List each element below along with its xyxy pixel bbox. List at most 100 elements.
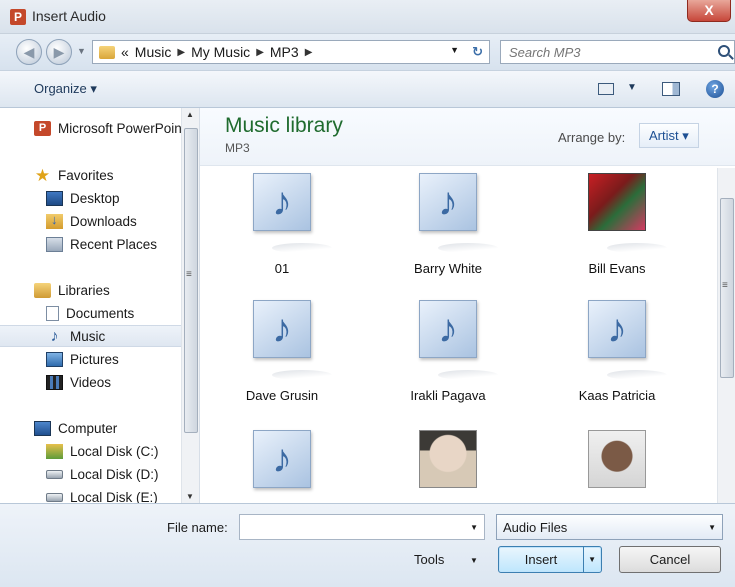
- thumbnail-shadow: [438, 370, 498, 380]
- file-list-pane: Music library MP3 Arrange by: Artist ▾ ♪…: [200, 108, 735, 503]
- organize-button[interactable]: Organize ▾: [34, 81, 97, 97]
- nav-item-videos[interactable]: Videos: [46, 371, 199, 393]
- nav-item-label: Local Disk (D:): [70, 466, 159, 482]
- file-item[interactable]: ♪ Dave Grusin: [207, 300, 357, 418]
- recent-locations-dropdown[interactable]: ▼: [77, 46, 86, 56]
- forward-button[interactable]: ▶: [46, 39, 72, 65]
- file-item[interactable]: ♪ Kaas Patricia: [542, 300, 692, 418]
- back-arrow-icon: ◀: [23, 44, 35, 60]
- nav-item-microsoft-powerpoint[interactable]: P Microsoft PowerPoint: [34, 117, 199, 139]
- nav-item-computer[interactable]: Computer: [34, 417, 199, 439]
- nav-item-favorites[interactable]: ★ Favorites: [34, 164, 199, 186]
- scroll-up-icon[interactable]: ▲: [186, 110, 194, 119]
- view-options-dropdown[interactable]: ▼: [627, 82, 637, 93]
- music-file-icon: ♪: [253, 173, 311, 231]
- nav-item-libraries[interactable]: Libraries: [34, 279, 199, 301]
- documents-icon: [46, 305, 59, 321]
- help-icon[interactable]: ?: [706, 80, 724, 98]
- libraries-icon: [34, 282, 51, 298]
- local-disk-icon: [46, 469, 63, 479]
- file-item[interactable]: [373, 430, 523, 503]
- file-name-label: File name:: [167, 520, 228, 535]
- nav-item-local-disk-e[interactable]: Local Disk (E:): [46, 486, 199, 503]
- nav-item-label: Videos: [70, 374, 112, 390]
- breadcrumb-item-mp3[interactable]: MP3: [270, 44, 299, 60]
- file-item[interactable]: ♪ Irakli Pagava: [373, 300, 523, 418]
- nav-item-label: Local Disk (C:): [70, 443, 159, 459]
- file-label: Barry White: [414, 261, 482, 276]
- insert-button[interactable]: Insert ▼: [498, 546, 602, 573]
- breadcrumb-item-music[interactable]: Music: [135, 44, 172, 60]
- file-label: Kaas Patricia: [578, 388, 656, 403]
- file-item[interactable]: ♪: [207, 430, 357, 503]
- command-toolbar: Organize ▾ ▼ ?: [0, 70, 735, 108]
- insert-options-dropdown-icon[interactable]: ▼: [588, 547, 596, 572]
- close-button[interactable]: X: [687, 0, 731, 22]
- file-item[interactable]: ♪ Barry White: [373, 173, 523, 291]
- powerpoint-icon: P: [34, 120, 51, 136]
- file-list-scrollbar[interactable]: ≡: [717, 168, 735, 503]
- grip-icon: ≡: [186, 269, 192, 280]
- chevron-down-icon[interactable]: ▼: [470, 523, 478, 532]
- thumbnail-shadow: [272, 243, 332, 253]
- album-art-thumbnail: [419, 430, 477, 488]
- thumbnail-shadow: [607, 243, 667, 253]
- library-title: Music library: [225, 114, 343, 137]
- nav-item-local-disk-d[interactable]: Local Disk (D:): [46, 463, 199, 485]
- downloads-icon: [46, 212, 63, 229]
- chevron-right-icon[interactable]: ▶: [256, 47, 264, 58]
- computer-icon: [34, 420, 51, 436]
- file-label: Bill Evans: [588, 261, 646, 276]
- navigation-pane: P Microsoft PowerPoint ★ Favorites Deskt…: [0, 108, 200, 503]
- arrange-by-dropdown[interactable]: Artist ▾: [639, 123, 699, 148]
- nav-item-desktop[interactable]: Desktop: [46, 187, 199, 209]
- preview-pane-icon[interactable]: [662, 82, 680, 96]
- breadcrumb-overflow[interactable]: «: [121, 44, 129, 60]
- navigation-scrollbar[interactable]: ▲ ≡ ▼: [181, 108, 199, 503]
- music-file-icon: ♪: [253, 300, 311, 358]
- tools-button[interactable]: Tools: [414, 552, 444, 567]
- nav-item-label: Downloads: [70, 213, 137, 229]
- breadcrumb-item-my-music[interactable]: My Music: [191, 44, 250, 60]
- file-item[interactable]: [542, 430, 692, 503]
- title-bar: P Insert Audio X: [0, 0, 735, 34]
- change-view-icon[interactable]: [598, 83, 614, 95]
- search-box[interactable]: [500, 40, 735, 64]
- file-type-value: Audio Files: [503, 520, 568, 535]
- breadcrumb[interactable]: « Music ▶ My Music ▶ MP3 ▶ ▼ ↻: [92, 40, 490, 64]
- nav-item-pictures[interactable]: Pictures: [46, 348, 199, 370]
- music-file-icon: ♪: [588, 300, 646, 358]
- tools-dropdown-icon[interactable]: ▼: [470, 556, 478, 565]
- file-item[interactable]: ♪ 01: [207, 173, 357, 291]
- cancel-button[interactable]: Cancel: [619, 546, 721, 573]
- desktop-icon: [46, 190, 63, 206]
- file-item[interactable]: Bill Evans: [542, 173, 692, 291]
- album-art-thumbnail: [588, 430, 646, 488]
- chevron-right-icon[interactable]: ▶: [177, 47, 185, 58]
- nav-item-music[interactable]: ♪ Music: [0, 325, 181, 347]
- chevron-down-icon[interactable]: ▼: [708, 523, 716, 532]
- nav-item-local-disk-c[interactable]: Local Disk (C:): [46, 440, 199, 462]
- nav-item-recent-places[interactable]: Recent Places: [46, 233, 199, 255]
- nav-item-label: Favorites: [58, 167, 114, 183]
- file-name-combobox[interactable]: ▼: [239, 514, 485, 540]
- file-type-select[interactable]: Audio Files ▼: [496, 514, 723, 540]
- file-name-input[interactable]: [240, 515, 460, 539]
- search-icon[interactable]: [718, 45, 730, 57]
- scrollbar-thumb[interactable]: [184, 128, 198, 433]
- address-dropdown-icon[interactable]: ▼: [450, 45, 459, 55]
- search-input[interactable]: [501, 41, 701, 63]
- nav-item-label: Recent Places: [70, 236, 158, 252]
- refresh-icon[interactable]: ↻: [472, 44, 483, 60]
- scroll-down-icon[interactable]: ▼: [186, 492, 194, 501]
- address-bar: ◀ ▶ ▼ « Music ▶ My Music ▶ MP3 ▶ ▼ ↻: [0, 34, 735, 70]
- music-file-icon: ♪: [419, 300, 477, 358]
- nav-item-documents[interactable]: Documents: [46, 302, 199, 324]
- insert-button-label: Insert: [524, 552, 558, 567]
- chevron-right-icon[interactable]: ▶: [305, 47, 313, 58]
- back-button[interactable]: ◀: [16, 39, 42, 65]
- nav-item-downloads[interactable]: Downloads: [46, 210, 199, 232]
- nav-item-label: Microsoft PowerPoint: [58, 120, 186, 136]
- file-label: Dave Grusin: [245, 388, 319, 403]
- thumbnail-shadow: [438, 243, 498, 253]
